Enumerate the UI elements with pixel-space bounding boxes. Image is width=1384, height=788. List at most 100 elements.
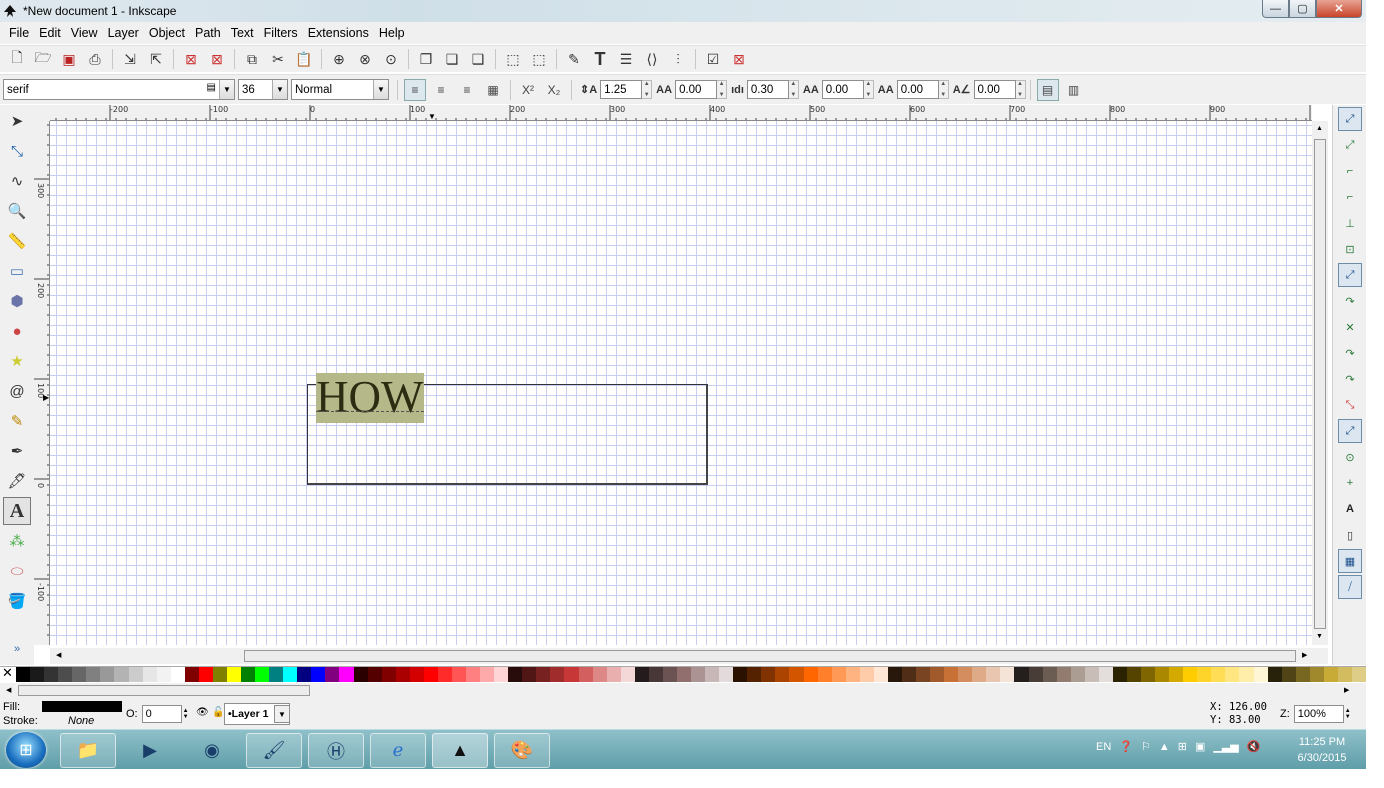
color-swatch[interactable] (1183, 667, 1198, 682)
scroll-up-icon[interactable]: ▲ (1316, 125, 1323, 132)
color-swatch[interactable] (536, 667, 551, 682)
color-swatch[interactable] (1084, 667, 1099, 682)
spin-arrows-icon[interactable]: ▲ ▼ (1345, 708, 1351, 720)
color-swatch[interactable] (1169, 667, 1184, 682)
color-swatch[interactable] (1126, 667, 1141, 682)
redo-icon[interactable]: ⊠ (207, 49, 228, 70)
superscript-icon[interactable]: X² (517, 79, 539, 101)
node-tool-icon[interactable]: ⤡ (3, 137, 31, 165)
color-swatch[interactable] (1239, 667, 1254, 682)
export-icon[interactable]: ⇱ (146, 49, 167, 70)
color-swatch[interactable] (1098, 667, 1113, 682)
chevron-down-icon[interactable]: ▼ (373, 80, 388, 99)
3d-box-tool-icon[interactable]: ⬢ (3, 287, 31, 315)
taskbar-clock[interactable]: 11:25 PM 6/30/2015 (1285, 734, 1359, 766)
save-icon[interactable]: ▣ (59, 49, 80, 70)
color-swatch[interactable] (662, 667, 677, 682)
color-swatch[interactable] (845, 667, 860, 682)
print-icon[interactable]: ⎙ (85, 49, 106, 70)
fill-indicator[interactable] (42, 701, 122, 712)
color-swatch[interactable] (1253, 667, 1268, 682)
color-swatch[interactable] (72, 667, 87, 682)
color-swatch[interactable] (986, 667, 1001, 682)
snap-guides-icon[interactable]: ⧸ (1338, 575, 1362, 599)
network-signal-icon[interactable]: ▁▃▅ (1213, 740, 1238, 753)
color-swatch[interactable] (761, 667, 776, 682)
color-swatch[interactable] (409, 667, 424, 682)
zoom-selection-icon[interactable]: ⊕ (329, 49, 350, 70)
text-object-highlight[interactable]: HOW (316, 373, 424, 423)
color-swatch[interactable] (128, 667, 143, 682)
snap-path-icon[interactable]: ↷ (1338, 289, 1362, 313)
color-swatch[interactable] (1295, 667, 1310, 682)
preferences-icon[interactable]: ⊠ (729, 49, 750, 70)
color-swatch[interactable] (972, 667, 987, 682)
horizontal-text-icon[interactable]: ▤ (1036, 78, 1059, 101)
color-swatch[interactable] (789, 667, 804, 682)
more-tools-icon[interactable]: » (3, 635, 31, 663)
scroll-left-icon[interactable]: ◀ (56, 651, 61, 659)
color-swatch[interactable] (873, 667, 888, 682)
color-swatch[interactable] (944, 667, 959, 682)
chevron-down-icon[interactable]: ▼ (219, 80, 234, 99)
new-document-icon[interactable]: 🗋 (7, 49, 28, 70)
color-swatch[interactable] (156, 667, 171, 682)
color-swatch[interactable] (226, 667, 241, 682)
snap-others-icon[interactable]: ⤢ (1338, 419, 1362, 443)
text-font-icon[interactable]: T (590, 49, 611, 70)
undo-icon[interactable]: ⊠ (181, 49, 202, 70)
pencil-tool-icon[interactable]: ✎ (3, 407, 31, 435)
color-swatch[interactable] (817, 667, 832, 682)
chevron-down-icon[interactable]: ▼ (274, 705, 290, 723)
horizontal-kerning-value[interactable]: 0.00 (821, 80, 864, 99)
color-swatch[interactable] (592, 667, 607, 682)
lock-icon[interactable]: 🔓 (212, 707, 224, 718)
menu-view[interactable]: View (66, 26, 103, 40)
color-swatch[interactable] (719, 667, 734, 682)
color-palette[interactable]: ✕ (0, 665, 1366, 682)
color-swatch[interactable] (311, 667, 326, 682)
show-hidden-icons-icon[interactable]: ▲ (1159, 741, 1170, 753)
color-swatch[interactable] (1000, 667, 1015, 682)
color-swatch[interactable] (775, 667, 790, 682)
color-swatch[interactable] (480, 667, 495, 682)
ellipse-tool-icon[interactable]: ● (3, 317, 31, 345)
color-swatch[interactable] (1225, 667, 1240, 682)
tweak-tool-icon[interactable]: ∿ (3, 167, 31, 195)
measure-tool-icon[interactable]: 📏 (3, 227, 31, 255)
color-swatch[interactable] (241, 667, 256, 682)
horizontal-scrollbar[interactable]: ◀ ▶ (50, 648, 1328, 664)
color-swatch[interactable] (367, 667, 382, 682)
import-icon[interactable]: ⇲ (120, 49, 141, 70)
snap-bbox-icon[interactable]: ⤢ (1338, 133, 1362, 157)
menu-text[interactable]: Text (226, 26, 259, 40)
menu-help[interactable]: Help (374, 26, 410, 40)
rotation-spinner[interactable]: A∠ 0.00 ▲ ▼ (953, 80, 1026, 99)
snap-rotation-center-icon[interactable]: + (1338, 471, 1362, 495)
color-swatch[interactable] (578, 667, 593, 682)
scroll-right-icon[interactable]: ▶ (1302, 651, 1307, 659)
color-swatch[interactable] (423, 667, 438, 682)
duplicate-icon[interactable]: ❐ (416, 49, 437, 70)
opacity-control[interactable]: O: 0 ▲ ▼ (126, 705, 189, 723)
minimize-button[interactable]: — (1262, 0, 1289, 18)
color-swatch[interactable] (283, 667, 298, 682)
close-button[interactable]: ✕ (1316, 0, 1362, 18)
color-swatch[interactable] (1351, 667, 1366, 682)
menu-edit[interactable]: Edit (34, 26, 66, 40)
spin-arrows-icon[interactable]: ▲ ▼ (788, 80, 799, 99)
letter-spacing-value[interactable]: 0.00 (675, 80, 718, 99)
windows-flag-icon[interactable]: ⊞ (1178, 740, 1187, 753)
color-swatch[interactable] (916, 667, 931, 682)
tray-flag-icon[interactable]: ⚐ (1141, 740, 1151, 753)
spin-arrows-icon[interactable]: ▲ ▼ (183, 708, 189, 720)
cut-icon[interactable]: ✂ (268, 49, 289, 70)
color-swatch[interactable] (733, 667, 748, 682)
clone-icon[interactable]: ❏ (442, 49, 463, 70)
snap-nodes-icon[interactable]: ⤢ (1338, 263, 1362, 287)
stroke-value[interactable]: None (68, 715, 94, 727)
color-swatch[interactable] (58, 667, 73, 682)
snap-cusp-icon[interactable]: ↷ (1338, 341, 1362, 365)
color-swatch[interactable] (269, 667, 284, 682)
snap-bbox-center-icon[interactable]: ⊡ (1338, 237, 1362, 261)
